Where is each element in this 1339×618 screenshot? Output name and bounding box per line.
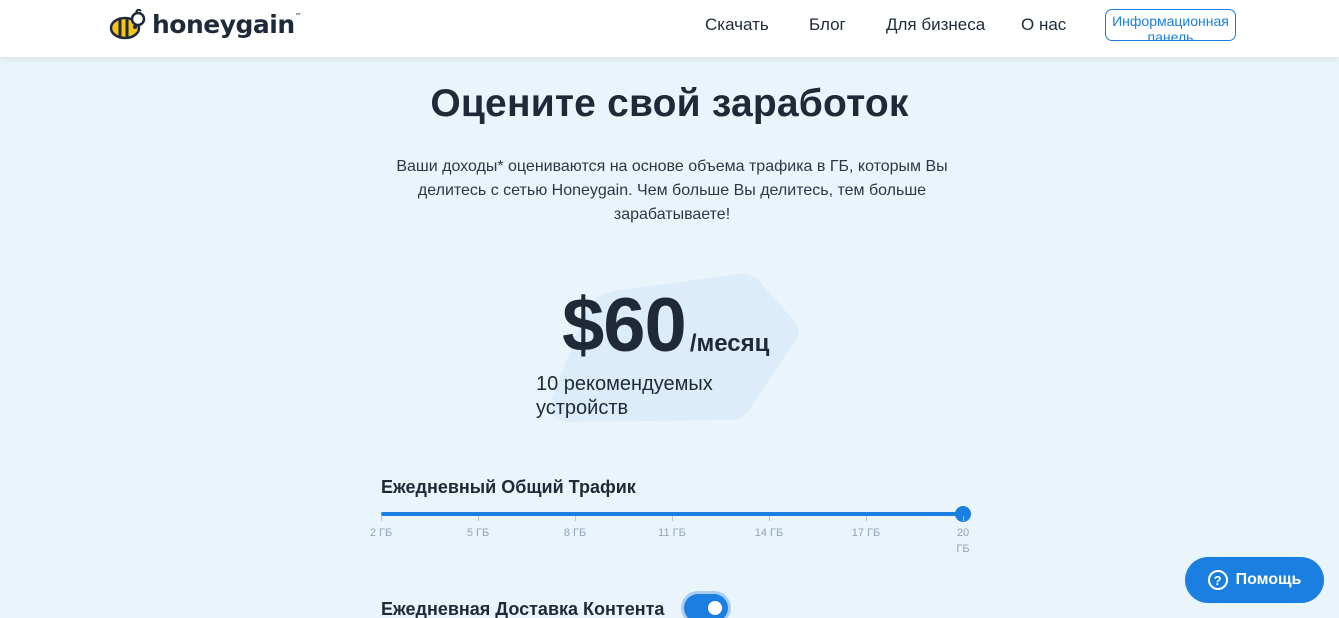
help-label: Помощь	[1235, 571, 1302, 588]
page-description: Ваши доходы* оцениваются на основе объем…	[396, 158, 948, 223]
content-delivery-toggle[interactable]	[684, 594, 728, 618]
slider-tick-label: 14 ГБ	[754, 527, 784, 539]
nav-about[interactable]: О нас	[1021, 15, 1066, 35]
earnings-amount: $60	[562, 283, 687, 368]
earnings-period: /месяц	[689, 330, 770, 357]
slider-tick-mark	[962, 516, 964, 521]
content-delivery-label: Ежедневная Доставка Контента	[381, 599, 665, 618]
slider-tick-label: 11 ГБ	[658, 527, 686, 539]
bee-icon	[109, 9, 146, 40]
slider-tick-label: 2 ГБ	[369, 527, 393, 539]
slider-tick-label: 20 ГБ	[956, 527, 970, 555]
slider-tick-label: 5 ГБ	[466, 527, 490, 539]
nav-download[interactable]: Скачать	[705, 15, 769, 35]
slider-tick-mark	[671, 516, 673, 521]
site-header: honeygain™ Скачать Блог Для бизнеса О на…	[0, 0, 1339, 57]
toggle-knob	[708, 601, 722, 615]
page-title: Оцените свой заработок	[430, 82, 909, 125]
slider-tick-mark	[865, 516, 867, 521]
recommended-devices: 10 рекомендуемых устройств	[536, 373, 713, 419]
slider-tick-mark	[574, 516, 576, 521]
estimated-earnings: $60 /месяц	[562, 282, 769, 369]
question-icon: ?	[1207, 570, 1228, 590]
dashboard-button[interactable]: Информационная панель	[1105, 9, 1236, 41]
slider-tick-mark	[768, 516, 770, 521]
slider-tick-mark	[380, 516, 382, 521]
nav-blog[interactable]: Блог	[809, 15, 846, 35]
help-button[interactable]: ? Помощь	[1185, 557, 1324, 603]
nav-business[interactable]: Для бизнеса	[886, 15, 985, 35]
slider-tick-label: 8 ГБ	[563, 527, 587, 539]
honeygain-logo[interactable]: honeygain™	[108, 9, 302, 41]
logo-wordmark: honeygain™	[152, 9, 302, 39]
traffic-label: Ежедневный Общий Трафик	[381, 477, 636, 497]
slider-tick-mark	[477, 516, 479, 521]
slider-tick-label: 17 ГБ	[851, 527, 881, 539]
